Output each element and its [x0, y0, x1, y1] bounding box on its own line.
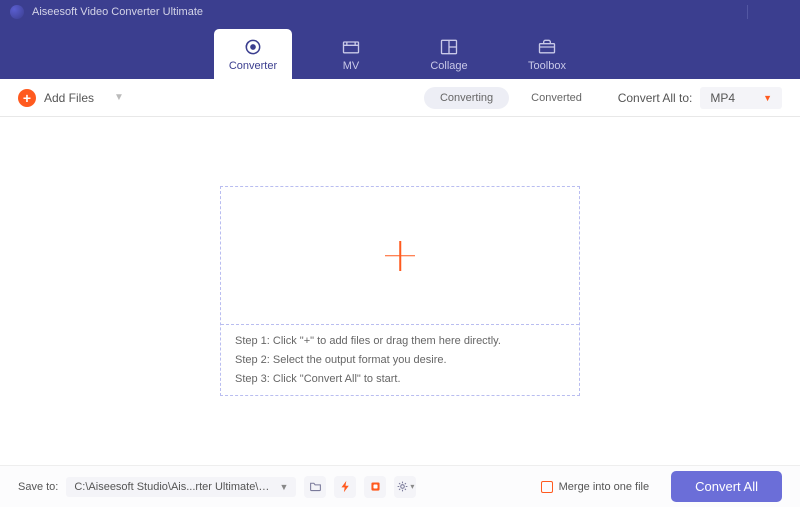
chevron-down-icon: ▾ [410, 482, 414, 491]
tab-label: Toolbox [528, 60, 566, 72]
tab-label: Converter [229, 60, 277, 72]
toolbox-icon [537, 37, 557, 57]
step-1: Step 1: Click "+" to add files or drag t… [235, 335, 565, 347]
tab-mv[interactable]: MV [312, 29, 390, 79]
main-area: Step 1: Click "+" to add files or drag t… [0, 117, 800, 465]
format-select[interactable]: MP4 ▼ [700, 87, 782, 109]
tab-label: Collage [430, 60, 467, 72]
mv-icon [341, 37, 361, 57]
footer: Save to: C:\Aiseesoft Studio\Ais...rter … [0, 465, 800, 507]
tab-toolbox[interactable]: Toolbox [508, 29, 586, 79]
navbar: Converter MV Collage Toolbox [0, 24, 800, 79]
divider-icon [747, 5, 748, 19]
add-plus-icon [385, 241, 415, 271]
save-to-path: C:\Aiseesoft Studio\Ais...rter Ultimate\… [74, 481, 273, 493]
settings-button[interactable]: ▾ [394, 476, 416, 498]
folder-icon [309, 480, 322, 493]
merge-label: Merge into one file [559, 481, 650, 493]
save-to-label: Save to: [18, 481, 58, 493]
plus-icon: + [18, 89, 36, 107]
step-2: Step 2: Select the output format you des… [235, 354, 565, 366]
collage-icon [439, 37, 459, 57]
add-files-button[interactable]: + Add Files ▼ [18, 89, 124, 107]
gear-icon [396, 480, 409, 493]
tab-converter[interactable]: Converter [214, 29, 292, 79]
chevron-down-icon: ▼ [114, 92, 124, 103]
seg-converted[interactable]: Converted [515, 87, 598, 109]
convert-all-to-label: Convert All to: [618, 91, 693, 105]
open-folder-button[interactable] [304, 476, 326, 498]
tab-label: MV [343, 60, 360, 72]
format-value: MP4 [710, 91, 735, 105]
window-controls [719, 5, 790, 19]
step-3: Step 3: Click "Convert All" to start. [235, 373, 565, 385]
chip-icon [369, 480, 382, 493]
high-speed-button[interactable] [334, 476, 356, 498]
main-tabs: Converter MV Collage Toolbox [204, 29, 596, 79]
caret-down-icon: ▼ [279, 482, 288, 492]
checkbox-icon [541, 481, 553, 493]
caret-down-icon: ▼ [763, 93, 772, 103]
lightning-icon [339, 480, 352, 493]
gpu-accel-button[interactable] [364, 476, 386, 498]
dropzone-plus-area[interactable] [221, 187, 579, 324]
tab-collage[interactable]: Collage [410, 29, 488, 79]
app-title: Aiseesoft Video Converter Ultimate [32, 6, 719, 18]
merge-checkbox[interactable]: Merge into one file [541, 481, 650, 493]
app-logo-icon [10, 5, 24, 19]
save-to-select[interactable]: C:\Aiseesoft Studio\Ais...rter Ultimate\… [66, 477, 296, 497]
convert-all-button[interactable]: Convert All [671, 471, 782, 502]
converter-icon [243, 37, 263, 57]
dropzone-steps: Step 1: Click "+" to add files or drag t… [221, 324, 579, 395]
convert-all-to: Convert All to: MP4 ▼ [618, 87, 782, 109]
dropzone[interactable]: Step 1: Click "+" to add files or drag t… [220, 186, 580, 396]
seg-converting[interactable]: Converting [424, 87, 509, 109]
status-segment: Converting Converted [424, 87, 598, 109]
titlebar: Aiseesoft Video Converter Ultimate [0, 0, 800, 24]
toolbar: + Add Files ▼ Converting Converted Conve… [0, 79, 800, 117]
add-files-label: Add Files [44, 91, 94, 105]
